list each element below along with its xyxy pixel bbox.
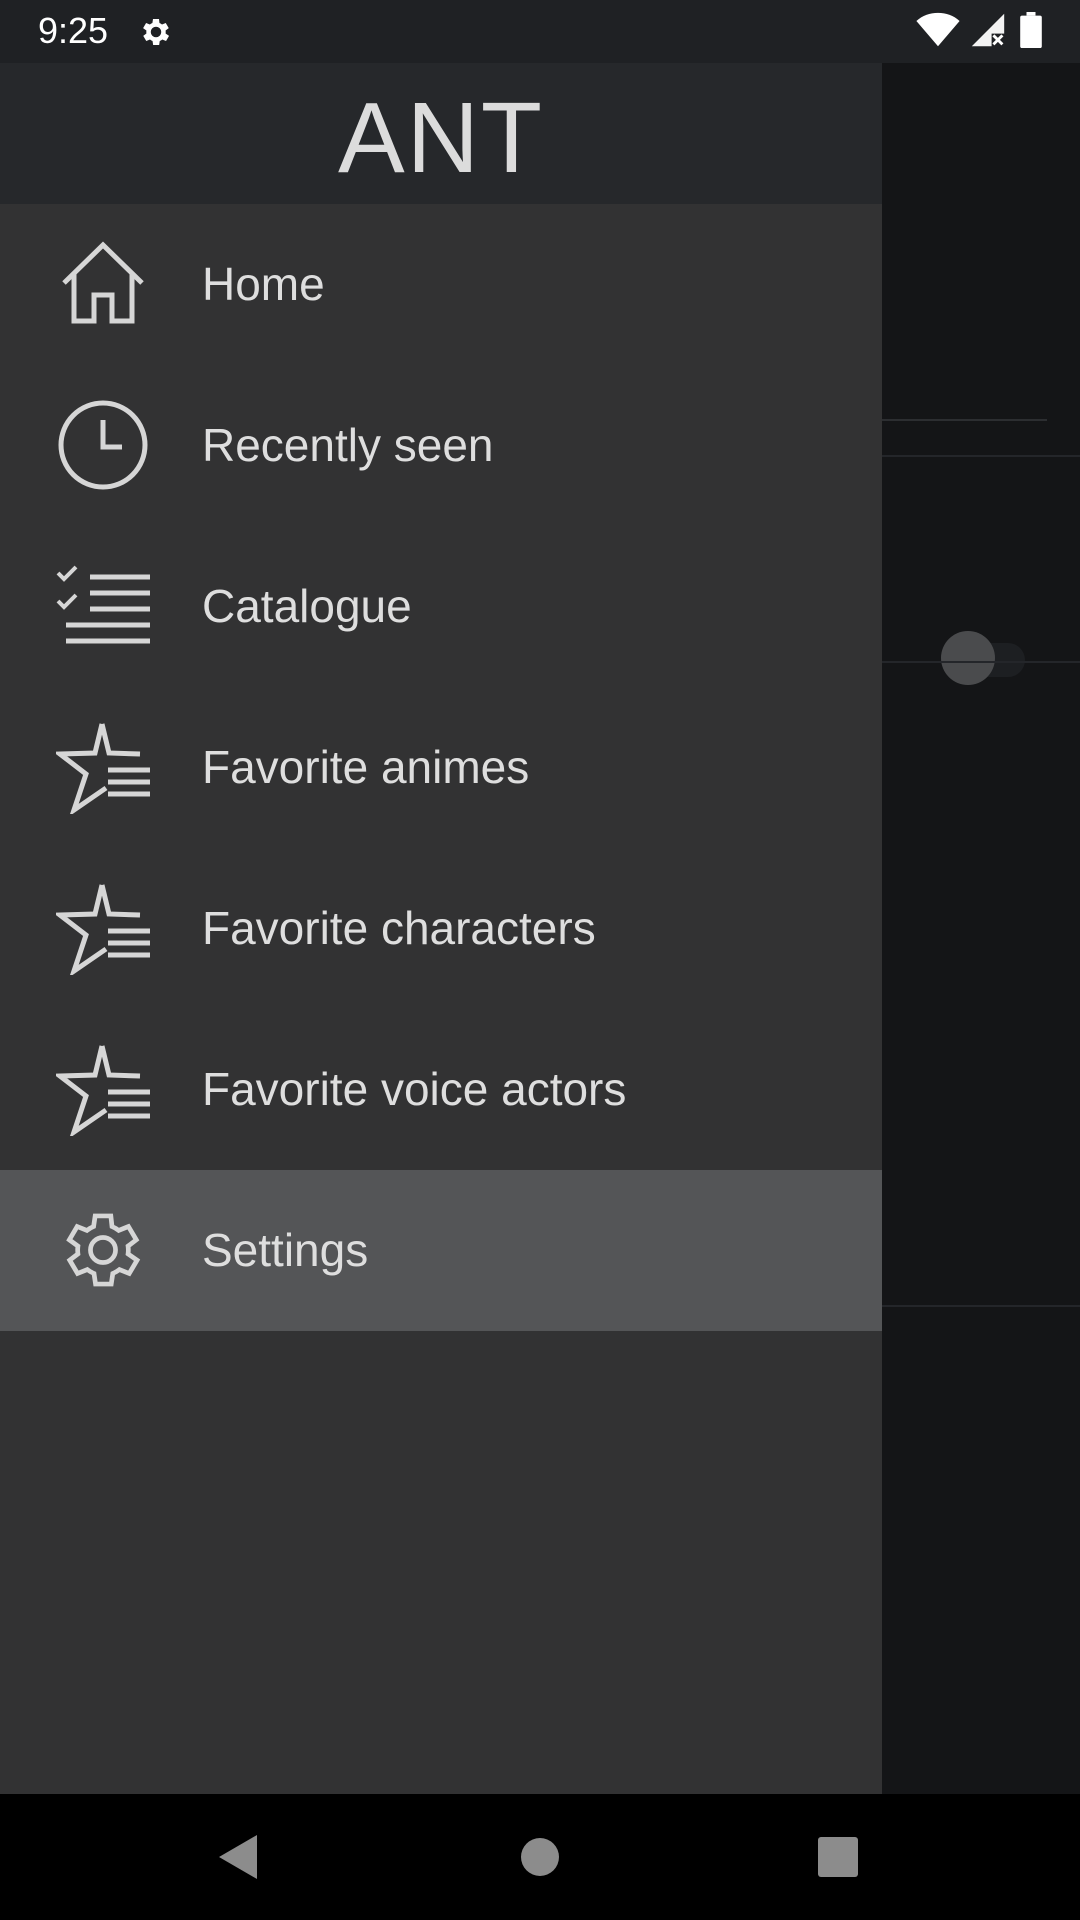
divider	[882, 455, 1080, 457]
toggle-thumb	[941, 631, 995, 685]
drawer-header: ANT	[0, 63, 882, 204]
menu-item-catalogue[interactable]: Catalogue	[0, 526, 882, 687]
settings-gear-icon	[143, 18, 170, 46]
star-list-icon	[56, 1045, 150, 1136]
menu-item-label: Favorite voice actors	[202, 1063, 627, 1115]
home-icon	[62, 241, 144, 324]
gear-icon	[66, 1213, 141, 1287]
menu-item-label: Settings	[202, 1224, 369, 1276]
back-icon[interactable]	[211, 1827, 271, 1887]
drawer-menu: Home Recently seen Catalogue Favorite an…	[0, 204, 882, 1331]
menu-item-recently-seen[interactable]: Recently seen	[0, 365, 882, 526]
signal-icon	[971, 13, 1006, 48]
navigation-drawer: ANT Home Recently seen Catalogue Favorit…	[0, 63, 882, 1794]
status-bar: 9:25	[0, 0, 1080, 63]
menu-item-label: Recently seen	[202, 419, 494, 471]
app-title: ANT	[338, 82, 544, 194]
star-list-icon	[56, 884, 150, 975]
status-time: 9:25	[38, 10, 109, 51]
menu-item-home[interactable]: Home	[0, 204, 882, 365]
menu-item-favorite-animes[interactable]: Favorite animes	[0, 687, 882, 848]
home-circle-icon[interactable]	[510, 1827, 570, 1887]
divider	[882, 1305, 1080, 1307]
checklist-icon	[56, 565, 150, 644]
divider	[882, 661, 1080, 663]
system-navigation-bar	[0, 1794, 1080, 1920]
clock-icon	[58, 400, 148, 490]
menu-item-label: Favorite characters	[202, 902, 596, 954]
battery-icon	[1020, 12, 1042, 48]
recents-icon[interactable]	[808, 1827, 868, 1887]
menu-item-favorite-voice-actors[interactable]: Favorite voice actors	[0, 1009, 882, 1170]
menu-item-settings[interactable]: Settings	[0, 1170, 882, 1331]
star-list-icon	[56, 723, 150, 814]
menu-item-favorite-characters[interactable]: Favorite characters	[0, 848, 882, 1009]
menu-item-label: Favorite animes	[202, 741, 530, 793]
divider	[882, 419, 1047, 421]
menu-item-label: Home	[202, 258, 325, 310]
wifi-icon	[916, 12, 960, 47]
menu-item-label: Catalogue	[202, 580, 412, 632]
